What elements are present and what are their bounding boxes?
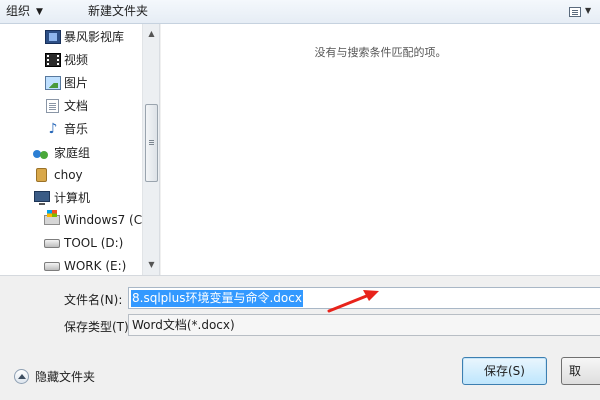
organize-label: 组织	[6, 4, 31, 18]
chevron-up-icon	[14, 369, 29, 384]
nav-item-documents[interactable]: 文档	[0, 95, 142, 117]
nav-item-videos[interactable]: 视频	[0, 49, 142, 71]
nav-item-label: TOOL (D:)	[64, 236, 124, 250]
cancel-button[interactable]: 取	[561, 357, 600, 385]
nav-item-drive-d[interactable]: TOOL (D:)	[0, 232, 142, 254]
empty-results-message: 没有与搜索条件匹配的项。	[314, 46, 447, 59]
filetype-select[interactable]: Word文档(*.docx)	[128, 314, 600, 336]
hide-folders-label: 隐藏文件夹	[35, 370, 96, 384]
scroll-up-arrow-icon[interactable]: ▲	[143, 26, 160, 42]
computer-icon	[34, 191, 50, 205]
nav-item-label: 暴风影视库	[64, 30, 125, 44]
nav-scrollbar[interactable]: ▲ ▼	[142, 24, 159, 275]
nav-item-user-choy[interactable]: choy	[0, 164, 142, 186]
nav-item-label: 计算机	[54, 191, 91, 205]
view-options-icon	[569, 7, 581, 17]
nav-item-label: 家庭组	[54, 146, 91, 160]
nav-item-computer[interactable]: 计算机	[0, 187, 142, 209]
scrollbar-thumb[interactable]	[145, 104, 158, 182]
nav-item-pictures[interactable]: 图片	[0, 72, 142, 94]
filetype-label: 保存类型(T):	[64, 320, 133, 334]
drive-icon	[44, 239, 60, 248]
nav-item-label: 文档	[64, 99, 89, 113]
nav-item-drive-c[interactable]: Windows7 (C:	[0, 209, 146, 231]
user-folder-icon	[36, 168, 47, 182]
nav-item-music[interactable]: ♪ 音乐	[0, 118, 142, 140]
organize-menu-button[interactable]: 组织 ▼	[6, 3, 43, 20]
filename-label: 文件名(N):	[64, 293, 123, 307]
music-icon: ♪	[48, 121, 58, 137]
nav-item-media-library[interactable]: 暴风影视库	[0, 26, 142, 48]
nav-item-homegroup[interactable]: 家庭组	[0, 142, 142, 164]
document-icon	[46, 99, 59, 113]
chevron-down-icon: ▼	[585, 6, 592, 15]
video-icon	[45, 53, 61, 67]
drive-icon	[44, 262, 60, 271]
nav-item-label: Windows7 (C:	[64, 213, 147, 227]
change-view-button[interactable]: ▼	[566, 4, 596, 20]
scroll-down-arrow-icon[interactable]: ▼	[143, 257, 160, 273]
chevron-down-icon: ▼	[36, 7, 43, 17]
new-folder-button[interactable]: 新建文件夹	[88, 3, 148, 20]
nav-item-label: 图片	[64, 76, 89, 90]
save-button[interactable]: 保存(S)	[462, 357, 547, 385]
nav-item-label: choy	[54, 168, 83, 182]
navigation-pane: 暴风影视库 视频 图片 文档 ♪ 音乐 家庭组 choy 计算机 Windows…	[0, 24, 160, 275]
toolbar: 组织 ▼ 新建文件夹 ▼	[0, 0, 600, 24]
nav-item-drive-e[interactable]: WORK (E:)	[0, 255, 142, 277]
nav-item-label: 视频	[64, 53, 89, 67]
file-list-pane[interactable]: 没有与搜索条件匹配的项。	[161, 24, 600, 275]
nav-item-label: WORK (E:)	[64, 259, 127, 273]
windows-drive-icon	[44, 210, 60, 225]
picture-icon	[45, 76, 61, 90]
filename-selected-text[interactable]: 8.sqlplus环境变量与命令.docx	[131, 290, 303, 307]
filetype-selected-value: Word文档(*.docx)	[132, 318, 235, 332]
homegroup-icon	[33, 146, 49, 160]
annotation-arrow-icon	[327, 290, 379, 313]
media-library-icon	[45, 30, 61, 44]
nav-item-label: 音乐	[64, 122, 89, 136]
